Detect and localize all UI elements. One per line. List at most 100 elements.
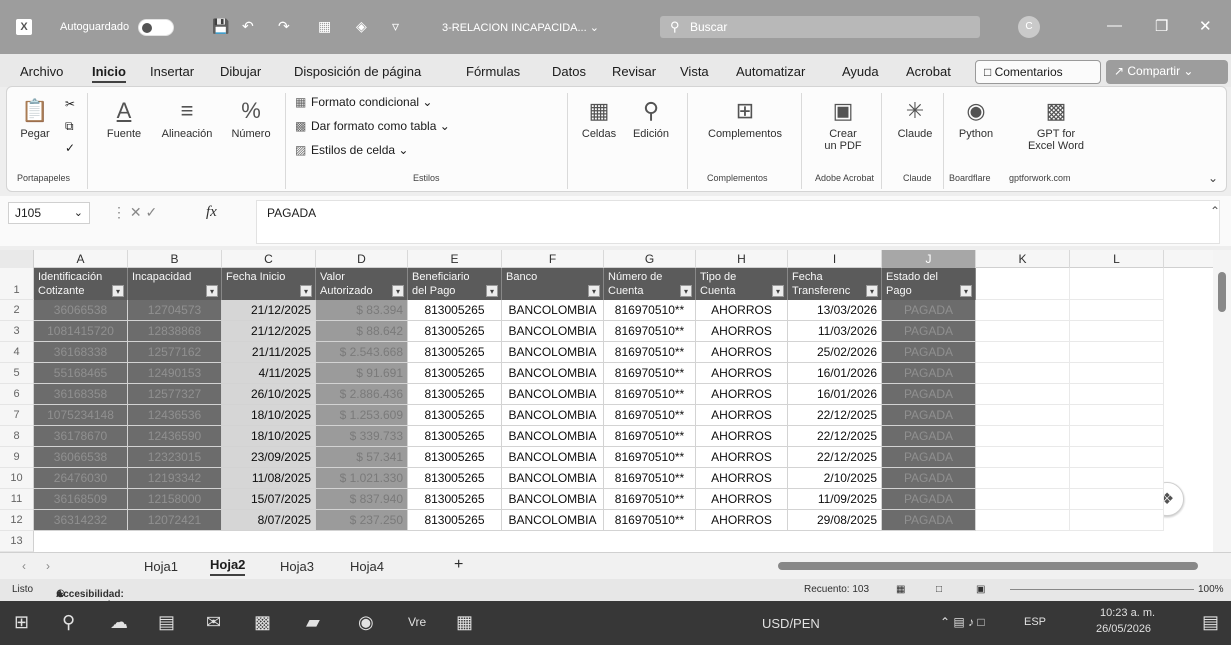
clock-time[interactable]: 10:23 a. m. <box>1100 607 1155 619</box>
filter-dropdown-icon[interactable]: ▾ <box>300 285 312 297</box>
python-button[interactable]: ◉ Python <box>951 97 1001 140</box>
claude-button[interactable]: ✳ Claude <box>891 97 939 140</box>
row-header[interactable]: 1 <box>0 268 34 300</box>
zoom-level[interactable]: 100% <box>1198 584 1224 595</box>
next-sheet-icon[interactable]: › <box>46 559 50 573</box>
tab-datos[interactable]: Datos <box>552 64 586 79</box>
table-cell[interactable]: 816970510** <box>604 489 696 510</box>
table-cell[interactable]: $ 83.394 <box>316 300 408 321</box>
table-cell[interactable]: 12193342 <box>128 468 222 489</box>
table-cell[interactable]: 813005265 <box>408 363 502 384</box>
prev-sheet-icon[interactable]: ‹ <box>22 559 26 573</box>
empty-cell[interactable] <box>1070 447 1164 468</box>
empty-cell[interactable] <box>1070 300 1164 321</box>
empty-cell[interactable] <box>976 342 1070 363</box>
table-cell[interactable]: AHORROS <box>696 468 788 489</box>
table-cell[interactable]: 21/11/2025 <box>222 342 316 363</box>
table-header-cell[interactable]: Banco ▾ <box>502 268 604 300</box>
filter-dropdown-icon[interactable]: ▾ <box>866 285 878 297</box>
empty-cell[interactable] <box>1070 268 1164 300</box>
table-cell[interactable]: 813005265 <box>408 300 502 321</box>
tab-formulas[interactable]: Fórmulas <box>466 64 520 79</box>
tab-ayuda[interactable]: Ayuda <box>842 64 879 79</box>
table-cell[interactable]: AHORROS <box>696 321 788 342</box>
table-cell[interactable]: PAGADA <box>882 405 976 426</box>
tab-acrobat[interactable]: Acrobat <box>906 64 951 79</box>
share-button[interactable]: ↗ Compartir ⌄ <box>1106 60 1228 84</box>
table-cell[interactable]: PAGADA <box>882 363 976 384</box>
cut-icon[interactable]: ✂ <box>65 97 75 111</box>
empty-cell[interactable] <box>1070 384 1164 405</box>
filter-dropdown-icon[interactable]: ▾ <box>772 285 784 297</box>
table-cell[interactable]: 1081415720 <box>34 321 128 342</box>
restore-icon[interactable]: ❐ <box>1155 17 1168 35</box>
close-icon[interactable]: ✕ <box>1199 17 1212 35</box>
empty-cell[interactable] <box>976 384 1070 405</box>
create-pdf-button[interactable]: ▣ Crear un PDF <box>811 97 875 152</box>
table-cell[interactable]: 26/10/2025 <box>222 384 316 405</box>
empty-cell[interactable] <box>976 363 1070 384</box>
formula-collapse-icon[interactable]: ⌃ <box>1210 204 1220 218</box>
table-cell[interactable]: 813005265 <box>408 405 502 426</box>
table-cell[interactable]: 13/03/2026 <box>788 300 882 321</box>
windows-start-icon[interactable]: ⊞ <box>14 612 29 633</box>
tab-vista[interactable]: Vista <box>680 64 709 79</box>
table-cell[interactable]: 816970510** <box>604 300 696 321</box>
table-header-cell[interactable]: Tipo de Cuenta ▾ <box>696 268 788 300</box>
column-header[interactable]: G <box>604 250 696 268</box>
table-cell[interactable]: 11/03/2026 <box>788 321 882 342</box>
table-cell[interactable]: 4/11/2025 <box>222 363 316 384</box>
empty-cell[interactable] <box>976 405 1070 426</box>
table-cell[interactable]: BANCOLOMBIA <box>502 321 604 342</box>
add-sheet-button[interactable]: + <box>454 556 463 574</box>
table-cell[interactable]: 813005265 <box>408 426 502 447</box>
table-cell[interactable]: 816970510** <box>604 342 696 363</box>
table-cell[interactable]: 816970510** <box>604 426 696 447</box>
table-cell[interactable]: 816970510** <box>604 405 696 426</box>
vpn-icon[interactable]: Vre <box>408 615 426 629</box>
row-header[interactable]: 10 <box>0 468 34 489</box>
zoom-slider[interactable] <box>1010 589 1194 590</box>
table-cell[interactable]: 816970510** <box>604 321 696 342</box>
search-icon[interactable]: ⚲ <box>62 612 75 633</box>
cells-button[interactable]: ▦ Celdas <box>577 97 621 140</box>
table-cell[interactable]: 36168338 <box>34 342 128 363</box>
column-header[interactable]: E <box>408 250 502 268</box>
copy-icon[interactable]: ⧉ <box>65 119 74 134</box>
filter-dropdown-icon[interactable]: ▾ <box>680 285 692 297</box>
column-header[interactable]: D <box>316 250 408 268</box>
row-header[interactable]: 9 <box>0 447 34 468</box>
table-cell[interactable]: BANCOLOMBIA <box>502 468 604 489</box>
table-cell[interactable]: AHORROS <box>696 426 788 447</box>
table-cell[interactable]: 816970510** <box>604 363 696 384</box>
empty-cell[interactable] <box>976 468 1070 489</box>
column-header[interactable]: F <box>502 250 604 268</box>
filter-dropdown-icon[interactable]: ▾ <box>112 285 124 297</box>
app-icon[interactable]: ▰ <box>306 612 320 633</box>
ticker-name[interactable]: USD/PEN <box>762 616 820 631</box>
notifications-icon[interactable]: ▤ <box>1202 612 1219 633</box>
language-indicator[interactable]: ESP <box>1024 616 1046 628</box>
gpt-button[interactable]: ▩ GPT for Excel Word <box>1011 97 1101 152</box>
table-cell[interactable]: 813005265 <box>408 447 502 468</box>
comments-button[interactable]: □ Comentarios <box>975 60 1101 84</box>
tab-dibujar[interactable]: Dibujar <box>220 64 261 79</box>
tab-archivo[interactable]: Archivo <box>20 64 63 79</box>
table-cell[interactable]: 21/12/2025 <box>222 321 316 342</box>
empty-cell[interactable] <box>1070 321 1164 342</box>
table-cell[interactable]: 22/12/2025 <box>788 447 882 468</box>
empty-cell[interactable] <box>1070 489 1164 510</box>
row-header[interactable]: 6 <box>0 384 34 405</box>
table-cell[interactable]: $ 339.733 <box>316 426 408 447</box>
filter-dropdown-icon[interactable]: ▾ <box>206 285 218 297</box>
store-icon[interactable]: ▩ <box>254 612 271 633</box>
tab-insertar[interactable]: Insertar <box>150 64 194 79</box>
table-cell[interactable]: BANCOLOMBIA <box>502 426 604 447</box>
row-header[interactable]: 8 <box>0 426 34 447</box>
table-cell[interactable]: 12577162 <box>128 342 222 363</box>
row-header[interactable]: 7 <box>0 405 34 426</box>
column-header[interactable]: B <box>128 250 222 268</box>
table-cell[interactable]: AHORROS <box>696 363 788 384</box>
table-cell[interactable]: 813005265 <box>408 489 502 510</box>
table-cell[interactable]: 8/07/2025 <box>222 510 316 531</box>
